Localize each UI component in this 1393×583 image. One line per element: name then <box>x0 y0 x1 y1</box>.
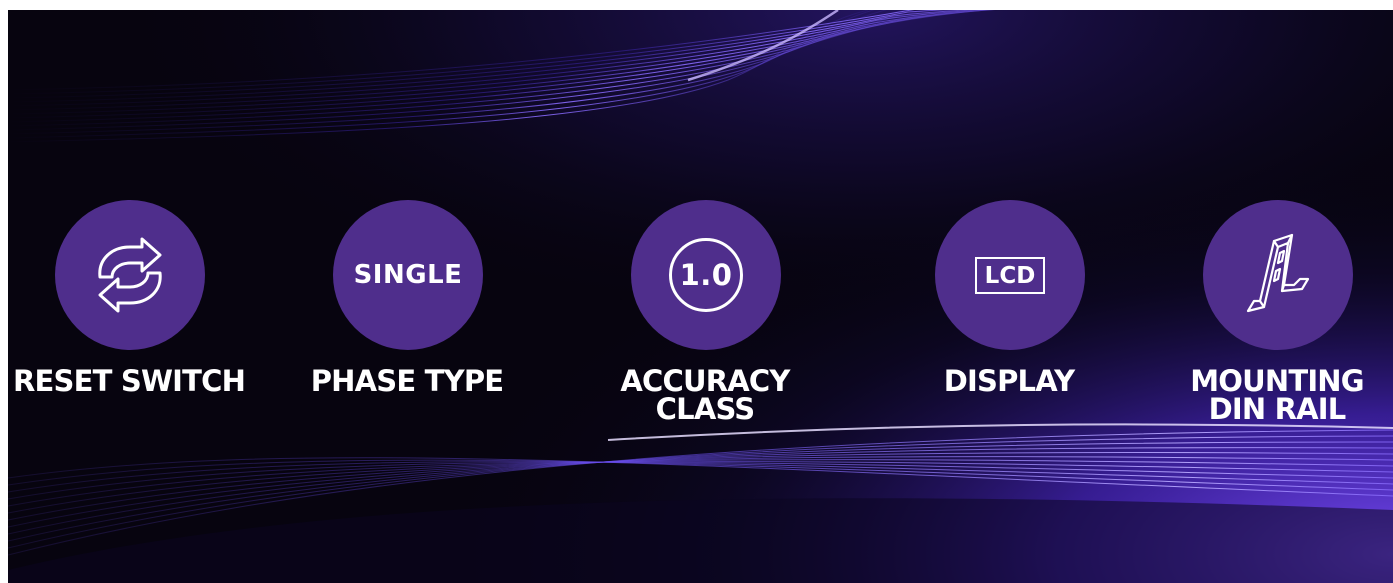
feature-label: ACCURACY CLASS <box>620 364 790 426</box>
display-value: LCD <box>984 262 1036 289</box>
mounting-badge <box>1203 200 1353 350</box>
lcd-screen-icon: LCD <box>974 256 1046 294</box>
accuracy-class-badge: 1.0 <box>631 200 781 350</box>
reset-switch-badge <box>55 200 205 350</box>
feature-label: DISPLAY <box>943 364 1075 398</box>
feature-mounting-din-rail: MOUNTING DIN RAIL <box>1147 10 1393 583</box>
din-rail-icon <box>1246 233 1310 313</box>
features-banner: RESET SWITCH SINGLE PHASE TYPE 1.0 ACCUR… <box>8 10 1393 583</box>
feature-label: RESET SWITCH <box>12 364 246 398</box>
feature-label: PHASE TYPE <box>310 364 504 398</box>
feature-reset-switch: RESET SWITCH <box>8 10 259 583</box>
phase-type-value: SINGLE <box>353 260 463 290</box>
feature-phase-type: SINGLE PHASE TYPE <box>277 10 537 583</box>
feature-label: MOUNTING DIN RAIL <box>1190 364 1364 426</box>
phase-type-badge: SINGLE <box>333 200 483 350</box>
display-badge: LCD <box>935 200 1085 350</box>
feature-accuracy-class: 1.0 ACCURACY CLASS <box>575 10 835 583</box>
circled-value-icon: 1.0 <box>669 238 743 312</box>
feature-display: LCD DISPLAY <box>879 10 1139 583</box>
accuracy-class-value: 1.0 <box>679 258 733 292</box>
refresh-arrows-icon <box>98 237 162 313</box>
